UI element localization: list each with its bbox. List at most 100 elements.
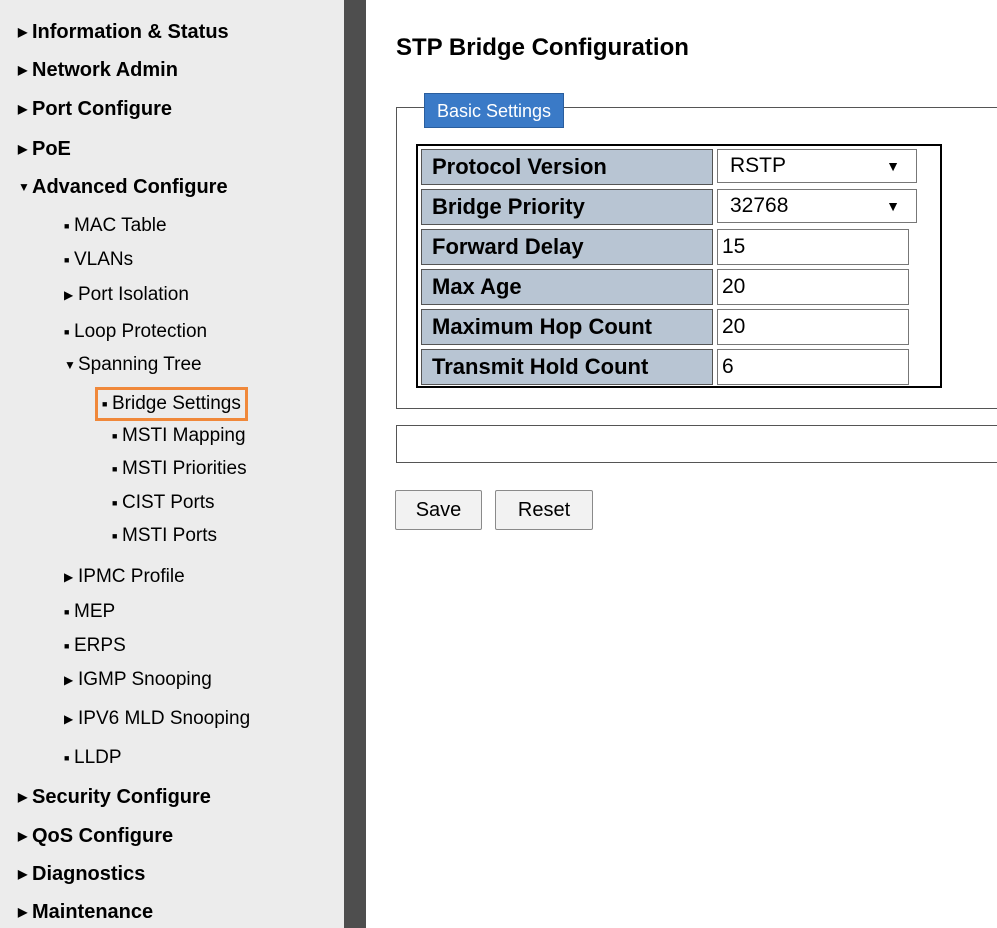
nav-label: Bridge Settings	[112, 393, 241, 414]
bridge-priority-select[interactable]: 32768 ▼	[717, 189, 917, 223]
nav-bridge-settings[interactable]: ■ Bridge Settings	[95, 387, 248, 421]
nav-label: CIST Ports	[122, 492, 215, 513]
nav-label: Security Configure	[32, 786, 211, 808]
save-button[interactable]: Save	[395, 490, 482, 530]
nav-label: IPV6 MLD Snooping	[78, 708, 251, 729]
page-title: STP Bridge Configuration	[396, 34, 689, 61]
settings-table: Protocol Version RSTP ▼ Bridge Priority …	[416, 144, 942, 388]
nav-label: VLANs	[74, 249, 134, 270]
expand-arrow-icon: ▶	[18, 867, 28, 881]
nav-information-status[interactable]: ▶ Information & Status	[18, 20, 229, 44]
table-row: Forward Delay 15	[421, 229, 937, 267]
nav-cist-ports[interactable]: ■ CIST Ports	[112, 491, 215, 515]
forward-delay-label: Forward Delay	[421, 229, 713, 265]
expand-arrow-icon: ▶	[18, 25, 28, 39]
expand-arrow-icon: ▶	[18, 905, 28, 919]
transmit-hold-count-input[interactable]: 6	[717, 349, 909, 385]
expand-arrow-icon: ▶	[64, 673, 74, 687]
nav-mac-table[interactable]: ■ MAC Table	[64, 214, 167, 238]
bullet-icon: ■	[64, 327, 70, 337]
nav-label: Advanced Configure	[32, 176, 228, 198]
main-content: STP Bridge Configuration Basic Settings …	[366, 0, 997, 928]
nav-ipv6-mld-snooping[interactable]: ▶ IPV6 MLD Snooping	[64, 707, 250, 731]
bullet-icon: ■	[112, 464, 118, 474]
nav-vlans[interactable]: ■ VLANs	[64, 248, 133, 272]
bullet-icon: ■	[64, 641, 70, 651]
nav-msti-ports[interactable]: ■ MSTI Ports	[112, 524, 217, 548]
protocol-version-select[interactable]: RSTP ▼	[717, 149, 917, 183]
nav-port-isolation[interactable]: ▶ Port Isolation	[64, 283, 189, 307]
maximum-hop-count-input[interactable]: 20	[717, 309, 909, 345]
table-row: Max Age 20	[421, 269, 937, 307]
empty-fieldset	[396, 425, 997, 463]
nav-label: IPMC Profile	[78, 566, 185, 587]
nav-label: Maintenance	[32, 901, 154, 923]
sidebar-resize-bar[interactable]	[344, 0, 366, 928]
nav-label: IGMP Snooping	[78, 669, 212, 690]
transmit-hold-count-label: Transmit Hold Count	[421, 349, 713, 385]
expand-arrow-icon: ▶	[18, 829, 28, 843]
table-row: Bridge Priority 32768 ▼	[421, 189, 937, 227]
nav-label: MEP	[74, 601, 116, 622]
dropdown-arrow-icon: ▼	[886, 158, 900, 174]
nav-igmp-snooping[interactable]: ▶ IGMP Snooping	[64, 668, 212, 692]
dropdown-arrow-icon: ▼	[886, 198, 900, 214]
nav-label: Port Isolation	[78, 284, 189, 305]
expand-arrow-icon: ▶	[18, 142, 28, 156]
nav-label: LLDP	[74, 747, 122, 768]
nav-label: Network Admin	[32, 59, 178, 81]
bullet-icon: ■	[64, 607, 70, 617]
nav-advanced-configure[interactable]: ▼ Advanced Configure	[18, 175, 228, 199]
nav-port-configure[interactable]: ▶ Port Configure	[18, 97, 172, 121]
nav-label: PoE	[32, 138, 71, 160]
bullet-icon: ■	[112, 531, 118, 541]
select-value: 32768	[730, 194, 789, 217]
reset-button[interactable]: Reset	[495, 490, 593, 530]
nav-msti-mapping[interactable]: ■ MSTI Mapping	[112, 424, 246, 448]
bridge-priority-label: Bridge Priority	[421, 189, 713, 225]
nav-loop-protection[interactable]: ■ Loop Protection	[64, 320, 207, 344]
bullet-icon: ■	[64, 255, 70, 265]
nav-label: Port Configure	[32, 98, 172, 120]
bullet-icon: ■	[112, 431, 118, 441]
max-age-input[interactable]: 20	[717, 269, 909, 305]
nav-lldp[interactable]: ■ LLDP	[64, 746, 122, 770]
table-row: Transmit Hold Count 6	[421, 349, 937, 387]
nav-label: Diagnostics	[32, 863, 146, 885]
bullet-icon: ■	[112, 498, 118, 508]
nav-label: Information & Status	[32, 21, 229, 43]
expand-arrow-icon: ▶	[18, 102, 28, 116]
table-row: Maximum Hop Count 20	[421, 309, 937, 347]
nav-network-admin[interactable]: ▶ Network Admin	[18, 58, 178, 82]
nav-qos-configure[interactable]: ▶ QoS Configure	[18, 824, 173, 848]
bullet-icon: ■	[64, 221, 70, 231]
sidebar-nav: ▶ Information & Status ▶ Network Admin ▶…	[0, 0, 344, 928]
nav-label: ERPS	[74, 635, 126, 656]
nav-label: MAC Table	[74, 215, 167, 236]
nav-label: MSTI Priorities	[122, 458, 247, 479]
nav-msti-priorities[interactable]: ■ MSTI Priorities	[112, 457, 247, 481]
bullet-icon: ■	[64, 753, 70, 763]
nav-diagnostics[interactable]: ▶ Diagnostics	[18, 862, 145, 886]
nav-label: QoS Configure	[32, 825, 174, 847]
collapse-arrow-icon: ▼	[64, 358, 76, 372]
expand-arrow-icon: ▶	[64, 712, 74, 726]
expand-arrow-icon: ▶	[64, 288, 74, 302]
table-row: Protocol Version RSTP ▼	[421, 149, 937, 187]
forward-delay-input[interactable]: 15	[717, 229, 909, 265]
nav-poe[interactable]: ▶ PoE	[18, 137, 71, 161]
nav-security-configure[interactable]: ▶ Security Configure	[18, 785, 211, 809]
nav-mep[interactable]: ■ MEP	[64, 600, 115, 624]
collapse-arrow-icon: ▼	[18, 180, 30, 194]
nav-label: MSTI Ports	[122, 525, 218, 546]
nav-erps[interactable]: ■ ERPS	[64, 634, 126, 658]
select-value: RSTP	[730, 154, 787, 177]
maximum-hop-count-label: Maximum Hop Count	[421, 309, 713, 345]
nav-maintenance[interactable]: ▶ Maintenance	[18, 900, 153, 924]
nav-spanning-tree[interactable]: ▼ Spanning Tree	[64, 353, 202, 377]
nav-ipmc-profile[interactable]: ▶ IPMC Profile	[64, 565, 185, 589]
nav-label: Loop Protection	[74, 321, 208, 342]
nav-label: Spanning Tree	[78, 354, 202, 375]
nav-label: MSTI Mapping	[122, 425, 246, 446]
expand-arrow-icon: ▶	[64, 570, 74, 584]
